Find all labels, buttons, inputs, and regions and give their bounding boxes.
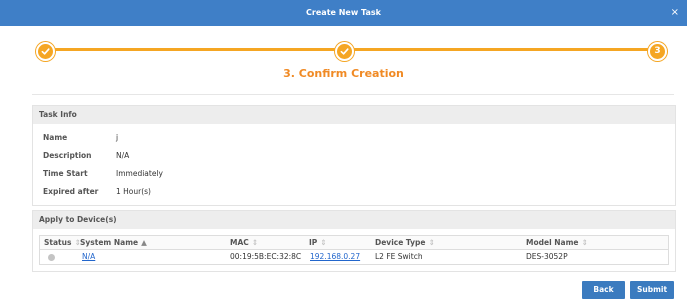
dialog-title: Create New Task (306, 8, 381, 17)
status-cell (48, 250, 55, 264)
column-label: System Name (80, 238, 139, 247)
wizard-step-3: 3 (648, 42, 667, 61)
submit-button[interactable]: Submit (630, 281, 674, 299)
column-header-model-name[interactable]: Model Name ⇕ (526, 236, 588, 249)
divider (32, 94, 674, 95)
sort-icon[interactable]: ⇕ (429, 238, 435, 247)
column-label: Status (44, 238, 72, 247)
column-header-ip[interactable]: IP ⇕ (309, 236, 327, 249)
info-label: Description (43, 151, 92, 160)
system-name-link[interactable]: N/A (82, 250, 95, 264)
sort-ascending-icon[interactable]: ▲ (141, 238, 147, 247)
step-title: 3. Confirm Creation (283, 67, 404, 80)
table-row: N/A 00:19:5B:EC:32:8C 192.168.0.27 L2 FE… (40, 250, 668, 264)
info-value: j (116, 133, 119, 142)
check-icon (41, 48, 50, 55)
device-type-cell: L2 FE Switch (375, 252, 423, 261)
info-label: Time Start (43, 169, 88, 178)
info-label: Name (43, 133, 68, 142)
dialog-titlebar: Create New Task × (0, 0, 687, 26)
sort-icon[interactable]: ⇕ (320, 238, 326, 247)
column-header-system-name[interactable]: System Name ▲ (80, 236, 147, 249)
column-label: Device Type (375, 238, 426, 247)
column-header-device-type[interactable]: Device Type ⇕ (375, 236, 435, 249)
devices-header: Apply to Device(s) (33, 211, 675, 229)
sort-icon[interactable]: ⇕ (582, 238, 588, 247)
info-value: Immediately (116, 169, 163, 178)
info-label: Expired after (43, 187, 99, 196)
devices-table: Status ⇕ System Name ▲ MAC ⇕ IP ⇕ Device Typ… (39, 235, 669, 265)
column-label: MAC (230, 238, 249, 247)
devices-panel: Apply to Device(s) Status ⇕ System Name ▲ … (32, 210, 676, 272)
back-button[interactable]: Back (582, 281, 625, 299)
table-header-row: Status ⇕ System Name ▲ MAC ⇕ IP ⇕ Device Typ… (40, 236, 668, 250)
column-label: Model Name (526, 238, 579, 247)
task-info-header: Task Info (33, 106, 675, 124)
info-value: N/A (116, 151, 130, 160)
column-header-mac[interactable]: MAC ⇕ (230, 236, 258, 249)
wizard-step-2 (335, 42, 354, 61)
column-header-status[interactable]: Status ⇕ (44, 236, 81, 249)
column-label: IP (309, 238, 318, 247)
ip-link[interactable]: 192.168.0.27 (310, 250, 360, 264)
check-icon (340, 48, 349, 55)
model-name-cell: DES-3052P (526, 252, 568, 261)
wizard-progress: 3 3. Confirm Creation (0, 26, 687, 96)
mac-cell: 00:19:5B:EC:32:8C (230, 252, 302, 261)
status-offline-icon (48, 253, 55, 261)
task-info-panel: Task Info Name j Description N/A Time St… (32, 105, 676, 206)
info-value: 1 Hour(s) (116, 187, 151, 196)
wizard-step-number: 3 (654, 46, 661, 56)
wizard-step-1 (36, 42, 55, 61)
close-icon[interactable]: × (671, 0, 679, 26)
sort-icon[interactable]: ⇕ (252, 238, 258, 247)
